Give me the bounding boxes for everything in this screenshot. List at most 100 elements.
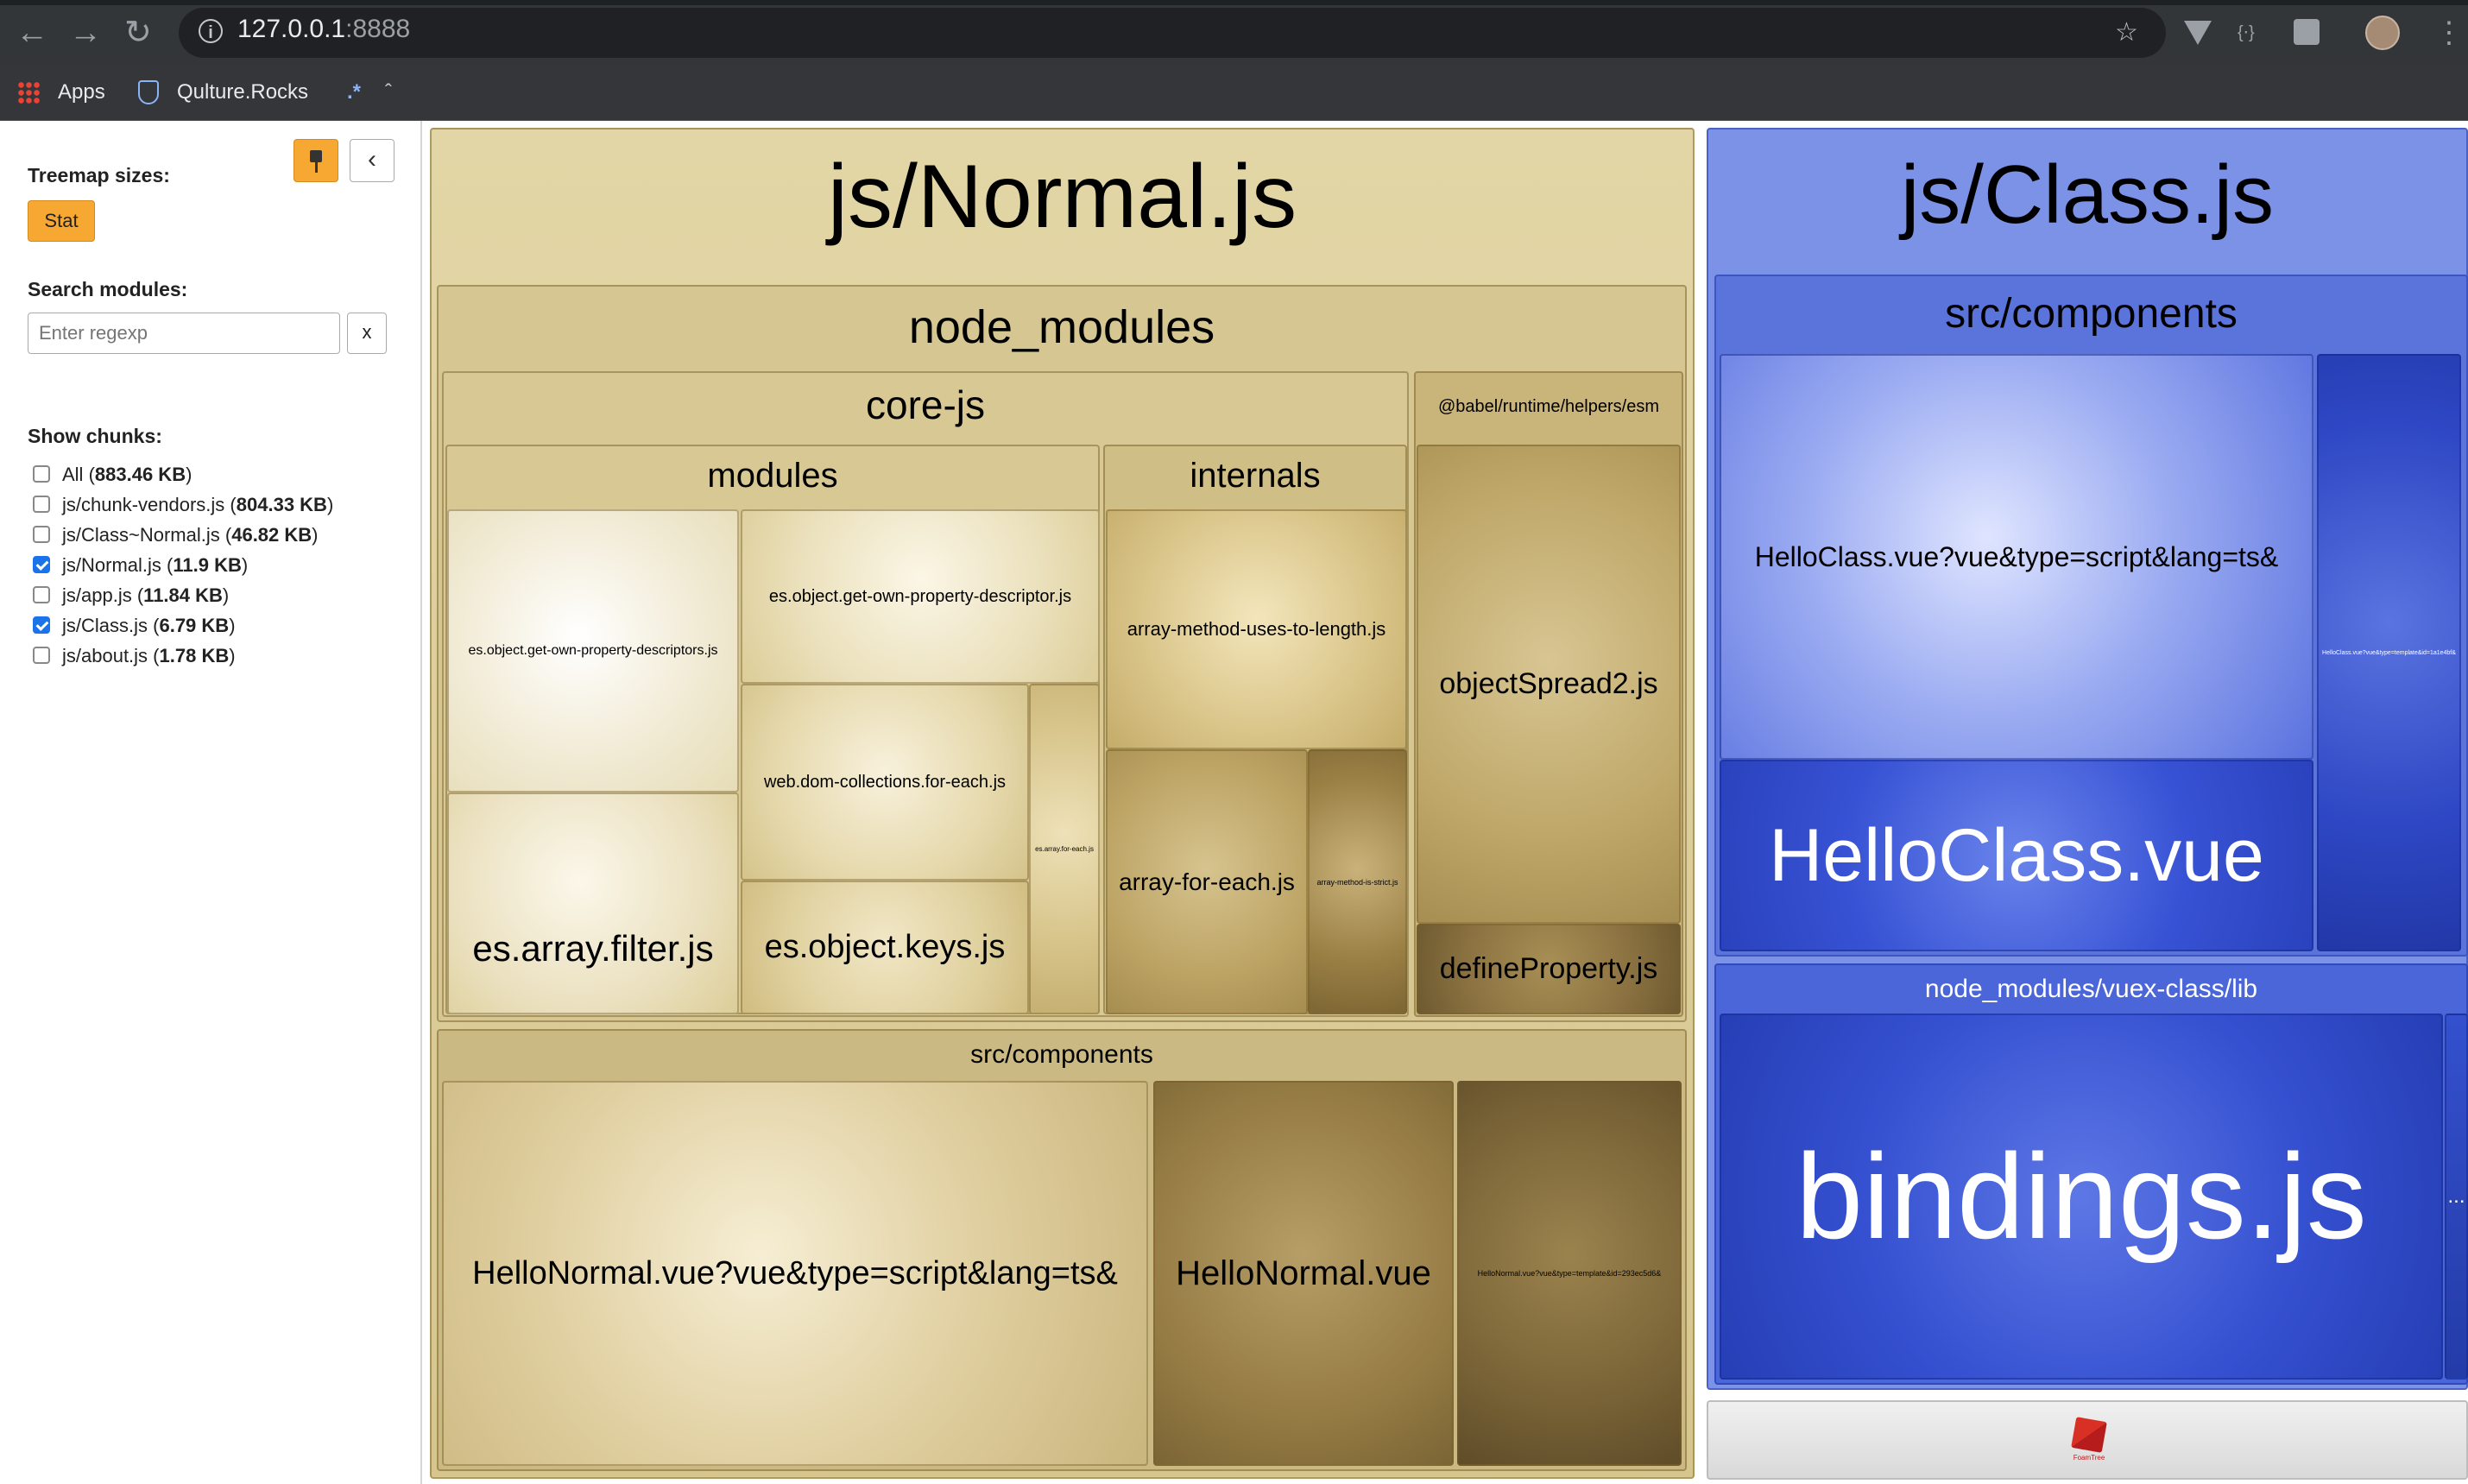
module-tile[interactable]: objectSpread2.js bbox=[1417, 445, 1681, 924]
module-label: array-for-each.js bbox=[1119, 868, 1295, 895]
show-chunks-label: Show chunks: bbox=[28, 425, 162, 447]
chunk-checkbox[interactable] bbox=[33, 465, 50, 483]
treemap-sizes-label: Treemap sizes: bbox=[28, 164, 170, 186]
module-tile[interactable]: HelloClass.vue?vue&type=script&lang=ts& bbox=[1720, 354, 2313, 760]
pin-button[interactable] bbox=[294, 139, 338, 182]
chunk-name: js/chunk-vendors.js bbox=[62, 494, 225, 515]
extension-icon[interactable]: {⋅} bbox=[2238, 16, 2255, 50]
collapse-sidebar-button[interactable]: ‹ bbox=[350, 139, 395, 182]
module-label: array-method-uses-to-length.js bbox=[1127, 618, 1386, 640]
lighthouse-icon[interactable] bbox=[2294, 19, 2320, 45]
module-label: HelloClass.vue?vue&type=template&id=1a1e… bbox=[2322, 649, 2456, 656]
chevron-up-icon[interactable]: ˆ bbox=[385, 78, 392, 107]
module-tile[interactable]: HelloNormal.vue?vue&type=template&id=293… bbox=[1457, 1081, 1682, 1466]
url-host: 127.0.0.1 bbox=[237, 15, 346, 43]
chunk-size: 46.82 KB bbox=[231, 524, 312, 546]
module-label: es.object.get-own-property-descriptor.js bbox=[768, 586, 1072, 606]
bookmark-regex[interactable]: .* bbox=[347, 78, 361, 107]
address-bar[interactable] bbox=[179, 8, 2166, 58]
url-text[interactable]: 127.0.0.1:8888 bbox=[237, 15, 410, 44]
back-arrow-icon[interactable]: ← bbox=[16, 16, 48, 50]
chunk-row-class-normal[interactable]: js/Class~Normal.js (46.82 KB) bbox=[33, 522, 319, 548]
chunk-row-app[interactable]: js/app.js (11.84 KB) bbox=[33, 583, 229, 609]
search-input[interactable] bbox=[28, 313, 340, 354]
module-tile[interactable]: HelloClass.vue?vue&type=template&id=1a1e… bbox=[2317, 354, 2461, 951]
module-label: es.array.filter.js bbox=[472, 928, 714, 969]
module-label: HelloNormal.vue?vue&type=template&id=293… bbox=[1477, 1269, 1662, 1278]
module-tile[interactable]: bindings.js bbox=[1720, 1014, 2443, 1380]
module-tile[interactable]: es.object.keys.js bbox=[741, 881, 1029, 1014]
module-label: ... bbox=[2447, 1184, 2465, 1208]
chunk-row-vendors[interactable]: js/chunk-vendors.js (804.33 KB) bbox=[33, 492, 333, 518]
module-label: bindings.js bbox=[1796, 1128, 2367, 1264]
group-node-modules-label: node_modules bbox=[908, 301, 1215, 353]
group-modules-label: modules bbox=[707, 457, 838, 495]
chunk-row-about[interactable]: js/about.js (1.78 KB) bbox=[33, 643, 236, 669]
module-label: array-method-is-strict.js bbox=[1316, 877, 1398, 887]
module-label: HelloClass.vue?vue&type=script&lang=ts& bbox=[1754, 540, 2279, 572]
vue-devtools-icon[interactable] bbox=[2184, 21, 2212, 45]
module-tile[interactable]: array-method-is-strict.js bbox=[1308, 749, 1407, 1014]
module-label: es.array.for-each.js bbox=[1035, 845, 1094, 853]
module-tile[interactable]: es.object.get-own-property-descriptor.js bbox=[741, 509, 1100, 684]
group-src-components-class-label: src/components bbox=[1945, 291, 2238, 337]
module-tile[interactable]: HelloClass.vue bbox=[1720, 760, 2313, 951]
chunk-size: 883.46 KB bbox=[94, 464, 186, 485]
module-tile[interactable]: defineProperty.js bbox=[1417, 924, 1681, 1014]
module-label: es.object.keys.js bbox=[764, 929, 1006, 965]
chunk-checkbox[interactable] bbox=[33, 586, 50, 604]
chunk-name: js/Class~Normal.js bbox=[62, 524, 220, 546]
group-core-js-label: core-js bbox=[865, 382, 986, 427]
bookmarks-bar bbox=[0, 66, 2468, 121]
module-tile[interactable]: array-method-uses-to-length.js bbox=[1106, 509, 1407, 749]
module-tile[interactable]: array-for-each.js bbox=[1106, 749, 1308, 1014]
reload-icon[interactable]: ↻ bbox=[124, 16, 152, 50]
star-icon[interactable]: ☆ bbox=[2115, 16, 2138, 50]
chunk-class-title: js/Class.js bbox=[1900, 148, 2275, 241]
stat-size-button[interactable]: Stat bbox=[28, 200, 95, 242]
module-tile[interactable]: es.object.get-own-property-descriptors.j… bbox=[447, 509, 739, 793]
module-label: objectSpread2.js bbox=[1439, 667, 1658, 700]
module-label: HelloNormal.vue?vue&type=script&lang=ts& bbox=[472, 1254, 1118, 1291]
module-tile[interactable]: es.array.for-each.js bbox=[1029, 684, 1100, 1014]
chunk-checkbox[interactable] bbox=[33, 526, 50, 544]
apps-grid-icon[interactable] bbox=[17, 81, 40, 104]
module-tile-small[interactable]: ... bbox=[2445, 1014, 2468, 1380]
chunk-row-all[interactable]: All (883.46 KB) bbox=[33, 462, 192, 488]
chunk-normal-title: js/Normal.js bbox=[827, 147, 1297, 247]
browser-tabstrip-edge bbox=[0, 0, 2468, 5]
chunk-size: 1.78 KB bbox=[159, 645, 230, 666]
qulture-shield-icon bbox=[138, 80, 159, 104]
bookmark-apps[interactable]: Apps bbox=[58, 78, 105, 107]
pin-icon-needle bbox=[315, 162, 318, 173]
group-vuex-class-lib-label: node_modules/vuex-class/lib bbox=[1924, 975, 2258, 1003]
module-tile[interactable]: HelloNormal.vue bbox=[1153, 1081, 1454, 1466]
chevron-left-icon: ‹ bbox=[368, 145, 376, 174]
module-tile[interactable]: es.array.filter.js bbox=[447, 793, 739, 1014]
chunk-checkbox[interactable] bbox=[33, 496, 50, 514]
avatar[interactable] bbox=[2365, 16, 2400, 50]
bookmark-qulture[interactable]: Qulture.Rocks bbox=[177, 78, 308, 107]
search-modules-label: Search modules: bbox=[28, 278, 188, 300]
group-internals-label: internals bbox=[1190, 457, 1321, 495]
module-tile[interactable]: web.dom-collections.for-each.js bbox=[741, 684, 1029, 881]
info-icon[interactable]: i bbox=[199, 19, 223, 43]
chunk-row-normal[interactable]: js/Normal.js (11.9 KB) bbox=[33, 553, 248, 578]
module-label: HelloNormal.vue bbox=[1176, 1254, 1431, 1292]
module-tile[interactable]: HelloNormal.vue?vue&type=script&lang=ts& bbox=[442, 1081, 1148, 1466]
clear-search-button[interactable]: x bbox=[347, 313, 387, 354]
foamtree-logo-icon bbox=[2071, 1417, 2107, 1453]
module-label: web.dom-collections.for-each.js bbox=[763, 772, 1007, 792]
chunk-checkbox-checked[interactable] bbox=[33, 556, 50, 574]
chunk-name: js/Normal.js bbox=[62, 554, 161, 576]
chunk-name: js/app.js bbox=[62, 584, 132, 606]
chunk-row-class[interactable]: js/Class.js (6.79 KB) bbox=[33, 613, 236, 639]
chunk-name: js/Class.js bbox=[62, 615, 148, 636]
foamtree-logo-text: FoamTree bbox=[2073, 1454, 2105, 1462]
chunk-checkbox-checked[interactable] bbox=[33, 616, 50, 635]
menu-dots-icon[interactable]: ⋮ bbox=[2434, 16, 2464, 50]
chunk-size: 6.79 KB bbox=[159, 615, 230, 636]
chunk-checkbox[interactable] bbox=[33, 647, 50, 665]
forward-arrow-icon[interactable]: → bbox=[69, 16, 102, 50]
module-label: defineProperty.js bbox=[1439, 952, 1658, 985]
